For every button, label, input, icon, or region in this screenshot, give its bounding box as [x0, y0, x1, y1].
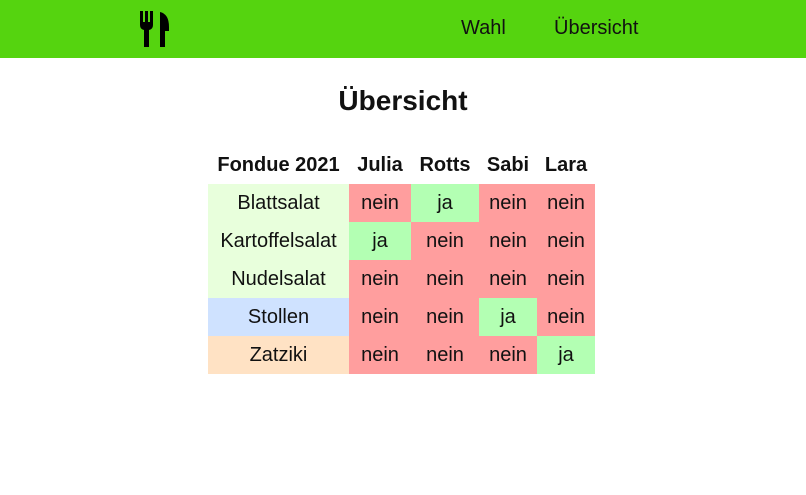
vote-cell: nein: [479, 336, 537, 374]
corner-header: Fondue 2021: [217, 153, 340, 176]
nav-link-uebersicht[interactable]: Übersicht: [554, 17, 638, 39]
table-row: Zatziki nein nein nein ja: [208, 336, 595, 374]
vote-cell: nein: [537, 184, 595, 222]
vote-cell: nein: [479, 260, 537, 298]
dish-cell: Nudelsalat: [208, 260, 349, 298]
fork-knife-icon[interactable]: [139, 11, 170, 47]
vote-cell: nein: [411, 298, 479, 336]
person-header: Lara: [544, 153, 588, 176]
dish-cell: Zatziki: [208, 336, 349, 374]
vote-cell: nein: [349, 298, 411, 336]
person-header: Sabi: [486, 153, 530, 176]
table-row: Nudelsalat nein nein nein nein: [208, 260, 595, 298]
table-row: Kartoffelsalat ja nein nein nein: [208, 222, 595, 260]
dish-cell: Blattsalat: [208, 184, 349, 222]
vote-cell: nein: [537, 260, 595, 298]
vote-cell: ja: [537, 336, 595, 374]
dish-cell: Kartoffelsalat: [208, 222, 349, 260]
vote-cell: ja: [411, 184, 479, 222]
page-title: Übersicht: [338, 85, 468, 116]
table-header-row: Fondue 2021 Julia Rotts Sabi Lara: [208, 146, 595, 184]
table-row: Stollen nein nein ja nein: [208, 298, 595, 336]
vote-cell: nein: [349, 260, 411, 298]
dish-cell: Stollen: [208, 298, 349, 336]
vote-cell: nein: [349, 336, 411, 374]
vote-cell: nein: [411, 260, 479, 298]
nav-link-wahl[interactable]: Wahl: [461, 17, 506, 39]
top-navbar: Wahl Übersicht: [0, 0, 806, 58]
overview-table: Fondue 2021 Julia Rotts Sabi Lara Blatts…: [208, 146, 595, 374]
vote-cell: nein: [479, 222, 537, 260]
vote-cell: nein: [411, 336, 479, 374]
vote-cell: nein: [479, 184, 537, 222]
vote-cell: ja: [479, 298, 537, 336]
vote-cell: nein: [537, 298, 595, 336]
vote-cell: nein: [411, 222, 479, 260]
person-header: Rotts: [419, 153, 471, 176]
vote-cell: nein: [537, 222, 595, 260]
person-header: Julia: [357, 153, 403, 176]
vote-cell: nein: [349, 184, 411, 222]
table-row: Blattsalat nein ja nein nein: [208, 184, 595, 222]
vote-cell: ja: [349, 222, 411, 260]
